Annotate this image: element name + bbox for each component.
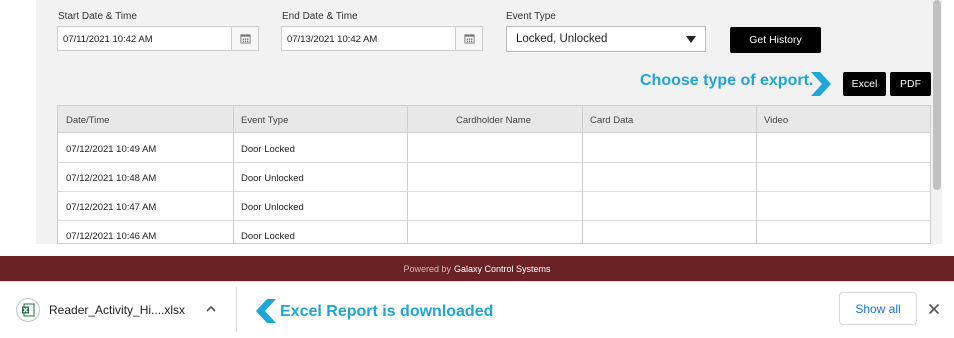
- cell-datetime: 07/12/2021 10:49 AM: [66, 144, 157, 155]
- cell-event-type: Door Unlocked: [241, 202, 304, 213]
- start-date-input[interactable]: 07/11/2021 10:42 AM: [57, 26, 259, 51]
- browser-page: Start Date & Time 07/11/2021 10:42 AM En…: [0, 0, 954, 256]
- download-bar: Reader_Activity_Hi....xlsx Excel Report …: [0, 281, 954, 338]
- cell-event-type: Door Locked: [241, 144, 295, 155]
- table-row[interactable]: 07/12/2021 10:47 AM Door Unlocked: [58, 192, 930, 221]
- table-row[interactable]: 07/12/2021 10:48 AM Door Unlocked: [58, 163, 930, 192]
- close-icon[interactable]: [925, 300, 943, 318]
- get-history-button[interactable]: Get History: [730, 27, 821, 53]
- cell-datetime: 07/12/2021 10:47 AM: [66, 202, 157, 213]
- page-scrollbar-thumb[interactable]: [933, 0, 941, 190]
- calendar-icon[interactable]: [455, 27, 482, 50]
- end-date-label: End Date & Time: [282, 11, 358, 22]
- start-date-label: Start Date & Time: [58, 11, 137, 22]
- header-card-data: Card Data: [590, 115, 634, 126]
- cell-event-type: Door Locked: [241, 231, 295, 242]
- cell-datetime: 07/12/2021 10:48 AM: [66, 173, 157, 184]
- chevron-up-icon[interactable]: [204, 302, 218, 316]
- event-type-label: Event Type: [506, 11, 556, 22]
- cell-datetime: 07/12/2021 10:46 AM: [66, 231, 157, 242]
- history-table: Date/Time Event Type Cardholder Name Car…: [57, 105, 931, 244]
- header-video: Video: [764, 115, 789, 126]
- event-type-select[interactable]: Locked, Unlocked: [506, 26, 706, 52]
- excel-file-icon: [16, 298, 40, 322]
- cell-event-type: Door Unlocked: [241, 173, 304, 184]
- end-date-value: 07/13/2021 10:42 AM: [287, 34, 378, 45]
- event-type-value: Locked, Unlocked: [516, 33, 608, 45]
- export-annotation: Choose type of export.: [640, 72, 814, 89]
- column-divider: [407, 106, 408, 243]
- chevron-left-arrow-icon: [256, 299, 276, 323]
- export-excel-button[interactable]: Excel: [843, 72, 886, 96]
- footer-prefix: Powered by: [403, 263, 451, 274]
- column-divider: [582, 106, 583, 243]
- powered-by-footer: Powered by Galaxy Control Systems: [0, 256, 954, 281]
- start-date-value: 07/11/2021 10:42 AM: [63, 34, 153, 45]
- download-annotation: Excel Report is downloaded: [280, 303, 494, 320]
- download-divider: [236, 287, 237, 332]
- page-left-margin: [0, 0, 36, 256]
- column-divider: [756, 106, 757, 243]
- column-divider: [233, 106, 234, 243]
- dropdown-arrow-icon: [686, 36, 696, 43]
- export-pdf-button[interactable]: PDF: [890, 72, 931, 96]
- header-event-type: Event Type: [241, 115, 289, 126]
- header-datetime: Date/Time: [66, 115, 110, 126]
- footer-company: Galaxy Control Systems: [454, 263, 551, 274]
- downloaded-file-name[interactable]: Reader_Activity_Hi....xlsx: [49, 303, 185, 317]
- header-cardholder-name: Cardholder Name: [456, 115, 531, 126]
- chevron-right-arrow-icon: [811, 72, 831, 96]
- table-row[interactable]: 07/12/2021 10:49 AM Door Locked: [58, 134, 930, 163]
- show-all-button[interactable]: Show all: [839, 292, 917, 325]
- end-date-input[interactable]: 07/13/2021 10:42 AM: [281, 26, 483, 51]
- table-row[interactable]: 07/12/2021 10:46 AM Door Locked: [58, 221, 930, 243]
- calendar-icon[interactable]: [231, 27, 258, 50]
